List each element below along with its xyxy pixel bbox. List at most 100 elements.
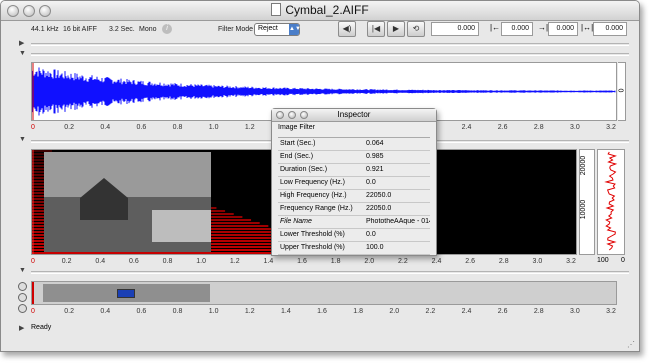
inspector-row-label: File Name [280,218,312,225]
inspector-row-label: Start (Sec.) [280,140,316,147]
axis-tick-label: 3.0 [570,308,580,315]
skip-back-icon: |◀ [371,24,381,33]
axis-tick-label: 2.0 [364,258,375,265]
overview-track[interactable] [31,281,617,305]
axis-tick-label: 2.4 [461,124,472,131]
loop-icon: ⟲ [412,24,420,33]
playhead[interactable] [32,282,34,304]
end-marker-icon: →| [538,23,549,32]
disclosure-triangle-icon[interactable]: ▼ [19,267,26,274]
waveform-y-label: 0 [616,88,624,93]
inspector-row-label: High Frequency (Hz.) [280,192,347,199]
sample-rate: 44.1 kHz [31,26,59,33]
axis-tick-label: 2.0 [389,308,400,315]
loop-button[interactable]: ⟲ [407,21,425,37]
axis-tick-label: 1.2 [229,258,240,265]
zoom-icon[interactable] [18,282,27,291]
inspector-window: Inspector Image Filter Start (Sec.) 0.064… [271,108,437,256]
inspector-table: Start (Sec.) 0.064 End (Sec.) 0.985 Duration… [278,137,430,255]
inspector-row: File Name PhototheÃÂque - 014 [278,216,430,229]
axis-tick-label: 2.4 [461,308,472,315]
axis-tick-label: 1.8 [353,308,363,315]
length-icon: |↔| [581,23,594,32]
filter-mode-label: Filter Mode [218,26,254,33]
axis-tick-label: 2.6 [497,308,508,315]
axis-tick-label: 1.2 [244,308,255,315]
inspector-row-value[interactable]: 0.0 [366,179,430,186]
axis-tick-label: 1.8 [330,258,341,265]
status-triangle-icon[interactable]: ▶ [19,324,24,332]
inspector-row-label: End (Sec.) [280,153,314,160]
channels-text: Mono [139,26,157,33]
speaker-icon: ◀) [342,24,352,33]
waveform-scale: 0 [616,62,626,121]
profile-label-0: 0 [621,257,625,264]
bit-format: 16 bit AIFF [63,26,97,33]
image-thumbnail-icon [117,289,135,298]
play-icon: ▶ [392,24,400,33]
divider [31,53,629,56]
inspector-row-value[interactable]: 22050.0 [366,205,430,212]
disclosure-triangle-icon[interactable]: ▼ [19,50,26,57]
rewind-button[interactable]: |◀ [367,21,385,37]
duration-text: 3.2 Sec. [109,26,135,33]
document-icon [271,3,282,16]
axis-tick-label: 0.8 [162,258,173,265]
inspector-row: High Frequency (Hz.) 22050.0 [278,190,430,203]
inspector-row-value[interactable]: 0.064 [366,140,430,147]
chevron-updown-icon: ▲▼ [289,24,301,35]
inspector-row-value[interactable]: 0.985 [366,153,430,160]
inspector-row-label: Frequency Range (Hz.) [280,205,353,212]
axis-tick-label: 1.0 [208,124,219,131]
inspector-row-value[interactable]: 0.0 [366,231,430,238]
speaker-button[interactable]: ◀) [338,21,356,37]
frequency-scale: 20000 10000 [579,149,595,255]
axis-tick-label: 1.0 [196,258,206,265]
clear-icon[interactable] [18,304,27,313]
inspector-minimize-button[interactable] [288,111,296,119]
inspector-row-value[interactable]: 100.0 [366,244,430,251]
info-icon[interactable]: i [162,24,172,34]
axis-tick-label: 0.8 [172,308,183,315]
spectrum-profile [597,149,625,255]
play-button[interactable]: ▶ [387,21,405,37]
disclosure-triangle-icon[interactable]: ▼ [19,136,26,143]
inspector-row: Upper Threshold (%) 100.0 [278,242,430,255]
record-icon[interactable] [18,293,27,302]
axis-tick-label: 2.4 [431,258,442,265]
inspector-row: Lower Threshold (%) 0.0 [278,229,430,242]
axis-tick-label: 0.6 [136,124,147,131]
time-axis: 0 0.2 0.4 0.6 0.8 1.0 1.2 1.4 1.6 1.8 2.0 2.2 2.4 2.6… [31,308,617,320]
inspector-row-label: Duration (Sec.) [280,166,328,173]
freq-label-mid: 10000 [580,199,588,220]
window-title-wrap: Cymbal_2.AIFF [1,3,639,17]
photo-sky [44,152,211,197]
divider [31,271,629,274]
inspector-close-button[interactable] [276,111,284,119]
axis-tick-label: 0.4 [100,308,111,315]
filter-mode-select[interactable]: Reject ▲▼ [254,23,301,36]
inspector-section-title: Image Filter [278,124,315,131]
axis-tick-label: 1.4 [281,308,291,315]
inspector-row: Low Frequency (Hz.) 0.0 [278,177,430,190]
collapse-triangle-icon[interactable]: ▶ [19,39,24,47]
divider [31,43,629,46]
resize-grip-icon[interactable]: ⋰ [627,340,635,349]
axis-tick-label: 1.4 [263,258,274,265]
inspector-row-value[interactable]: PhototheÃÂque - 014 [366,218,430,225]
axis-tick-label: 3.0 [570,124,580,131]
axis-tick-label: 3.2 [606,124,616,131]
inspector-zoom-button[interactable] [300,111,308,119]
axis-tick-label: 0.2 [61,258,72,265]
inspector-row: Duration (Sec.) 0.921 [278,164,430,177]
axis-tick-label: 0.6 [129,258,139,265]
axis-tick-label: 2.6 [497,124,508,131]
axis-tick-label: 0.2 [64,124,74,131]
inspector-row-value[interactable]: 22050.0 [366,192,430,199]
title-bar: Cymbal_2.AIFF [1,1,639,21]
spectrum-profile-plot [604,151,618,251]
inspector-row: Start (Sec.) 0.064 [278,138,430,151]
inspector-row: End (Sec.) 0.985 [278,151,430,164]
inspector-row-value[interactable]: 0.921 [366,166,430,173]
axis-tick-label: 2.8 [498,258,509,265]
